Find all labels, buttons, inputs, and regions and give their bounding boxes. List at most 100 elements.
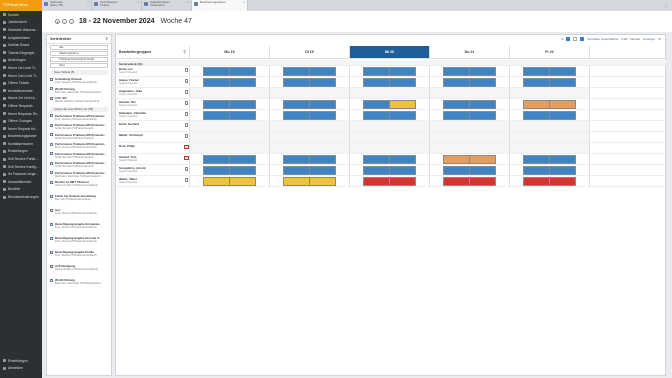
- day-cell[interactable]: [269, 77, 349, 87]
- workload-bar[interactable]: [283, 166, 310, 175]
- workload-bar[interactable]: [470, 166, 496, 175]
- nav-item[interactable]: Neuer Request für...: [0, 125, 42, 133]
- nav-item[interactable]: Benutzeränderungen: [0, 193, 42, 201]
- ticket-item[interactable]: Performance Probleme MS Dynamics Peric, R…: [50, 141, 108, 151]
- workload-bar[interactable]: [523, 177, 550, 186]
- nav-item[interactable]: Neuer Requests Re...: [0, 110, 42, 118]
- day-cell-empty[interactable]: [269, 143, 349, 153]
- ticket-item[interactable]: Performance Probleme MS Dynamics Schaf, B…: [50, 151, 108, 161]
- nav-item[interactable]: Suchen: [0, 11, 42, 19]
- workload-bar[interactable]: [203, 155, 230, 164]
- workload-bar[interactable]: [310, 111, 336, 120]
- day-cell[interactable]: [269, 66, 349, 76]
- workload-bar[interactable]: [230, 155, 256, 164]
- day-cell[interactable]: [509, 110, 589, 120]
- day-column-header[interactable]: Di 19: [269, 46, 349, 58]
- workload-bar[interactable]: [523, 100, 550, 109]
- day-cell-empty[interactable]: [509, 121, 589, 131]
- settings-icon[interactable]: ⚙: [658, 37, 661, 41]
- day-cell-empty[interactable]: [429, 121, 509, 131]
- select-attribute[interactable]: Abteilungsname: [50, 51, 108, 56]
- workload-bar[interactable]: [310, 155, 336, 164]
- workload-bar[interactable]: [443, 177, 470, 186]
- ticket-item[interactable]: Berechtigungsangabe Groupware Peric, Rous…: [50, 221, 108, 235]
- workload-bar[interactable]: [203, 177, 230, 186]
- day-cell[interactable]: [189, 99, 269, 109]
- time-interval[interactable]: 0:00 - Interval: [621, 37, 639, 41]
- day-cell[interactable]: [189, 66, 269, 76]
- workload-bar[interactable]: [203, 111, 230, 120]
- workload-bar[interactable]: [363, 177, 390, 186]
- day-cell-empty[interactable]: [429, 88, 509, 98]
- operator-row[interactable]: Krick, Gerhard: [116, 121, 667, 132]
- day-cell-empty[interactable]: [509, 143, 589, 153]
- workload-bar[interactable]: [310, 177, 336, 186]
- day-cell[interactable]: [509, 66, 589, 76]
- workload-bar[interactable]: [523, 111, 550, 120]
- day-cell-empty[interactable]: [269, 132, 349, 142]
- ticket-item[interactable]: Performance Probleme MS Dynamics Schaf, B…: [50, 160, 108, 170]
- nav-item[interactable]: Self Service Konfig...: [0, 163, 42, 171]
- ticket-item[interactable]: WLAN Störung Bachmann, Maximilian (TOPdes…: [50, 86, 108, 96]
- day-cell-empty[interactable]: [349, 88, 429, 98]
- operator-info-icon[interactable]: [185, 123, 188, 127]
- operator-row[interactable]: Müller, Christoph: [116, 132, 667, 143]
- workload-bar[interactable]: [443, 78, 470, 87]
- workload-bar[interactable]: [390, 78, 416, 87]
- workload-bar[interactable]: [470, 155, 496, 164]
- ticket-item[interactable]: Performance Probleme MS Dynamics Schaf, B…: [50, 122, 108, 132]
- workload-bar[interactable]: [550, 67, 576, 76]
- day-cell[interactable]: [189, 154, 269, 164]
- day-cell-empty[interactable]: [349, 143, 429, 153]
- day-cell[interactable]: [429, 176, 509, 186]
- ticket-item[interactable]: Performance Probleme MS Dynamics Schaf, B…: [50, 132, 108, 142]
- prev-week-icon[interactable]: ‹: [62, 19, 67, 24]
- nav-item[interactable]: Offene Tickets: [0, 79, 42, 87]
- day-cell[interactable]: [509, 154, 589, 164]
- day-cell[interactable]: [269, 176, 349, 186]
- day-cell-empty[interactable]: [269, 88, 349, 98]
- close-tab-icon[interactable]: ×: [187, 0, 189, 11]
- operator-info-icon[interactable]: [185, 90, 188, 94]
- workload-bar[interactable]: [550, 111, 576, 120]
- nav-item[interactable]: Einstellungen: [0, 148, 42, 156]
- day-cell[interactable]: [509, 77, 589, 87]
- workload-bar[interactable]: [390, 111, 416, 120]
- ticket-item[interactable]: Anmeldung Outlook Peric, Roussel (TOPdesk…: [50, 76, 108, 86]
- nav-item[interactable]: Änderungen: [0, 57, 42, 65]
- window-menu-icon[interactable]: ⋮: [660, 0, 672, 11]
- nav-item[interactable]: Anmeldezentrale: [0, 87, 42, 95]
- nav-item[interactable]: Jobübersicht: [0, 19, 42, 27]
- day-cell[interactable]: [269, 165, 349, 175]
- close-tab-icon[interactable]: ×: [137, 0, 139, 11]
- workload-bar[interactable]: [443, 111, 470, 120]
- workload-bar[interactable]: [523, 166, 550, 175]
- workload-bar[interactable]: [390, 177, 416, 186]
- workload-bar[interactable]: [443, 67, 470, 76]
- menu-brand[interactable]: TOPdesk Menu: [0, 0, 42, 11]
- nav-item[interactable]: Aufgabenlisten: [0, 34, 42, 42]
- workload-bar[interactable]: [443, 100, 470, 109]
- operator-info-icon[interactable]: [185, 101, 188, 105]
- nav-item[interactable]: Bearbeitungsplaner: [0, 133, 42, 141]
- workload-bar[interactable]: [230, 166, 256, 175]
- nav-item[interactable]: Ihr Passwort verge...: [0, 170, 42, 178]
- day-cell[interactable]: [349, 77, 429, 87]
- workload-bar[interactable]: [230, 100, 256, 109]
- close-tab-icon[interactable]: ×: [87, 0, 89, 11]
- ticket-item[interactable]: Berechtigungsangabe Profile Peric, Rousse…: [50, 249, 108, 263]
- workload-bar[interactable]: [283, 100, 310, 109]
- day-cell[interactable]: [509, 99, 589, 109]
- workload-bar[interactable]: [283, 67, 310, 76]
- workload-bar[interactable]: [230, 78, 256, 87]
- today-icon[interactable]: ●: [55, 19, 60, 24]
- workload-bar[interactable]: [283, 177, 310, 186]
- view-week-button[interactable]: [573, 37, 578, 41]
- nav-bottom-item[interactable]: Abmelden: [0, 364, 42, 372]
- absence-calendar-icon[interactable]: [184, 145, 189, 149]
- workload-bar[interactable]: [363, 111, 390, 120]
- workload-bar[interactable]: [363, 166, 390, 175]
- workload-bar[interactable]: [363, 67, 390, 76]
- workload-bar[interactable]: [230, 67, 256, 76]
- workload-bar[interactable]: [203, 166, 230, 175]
